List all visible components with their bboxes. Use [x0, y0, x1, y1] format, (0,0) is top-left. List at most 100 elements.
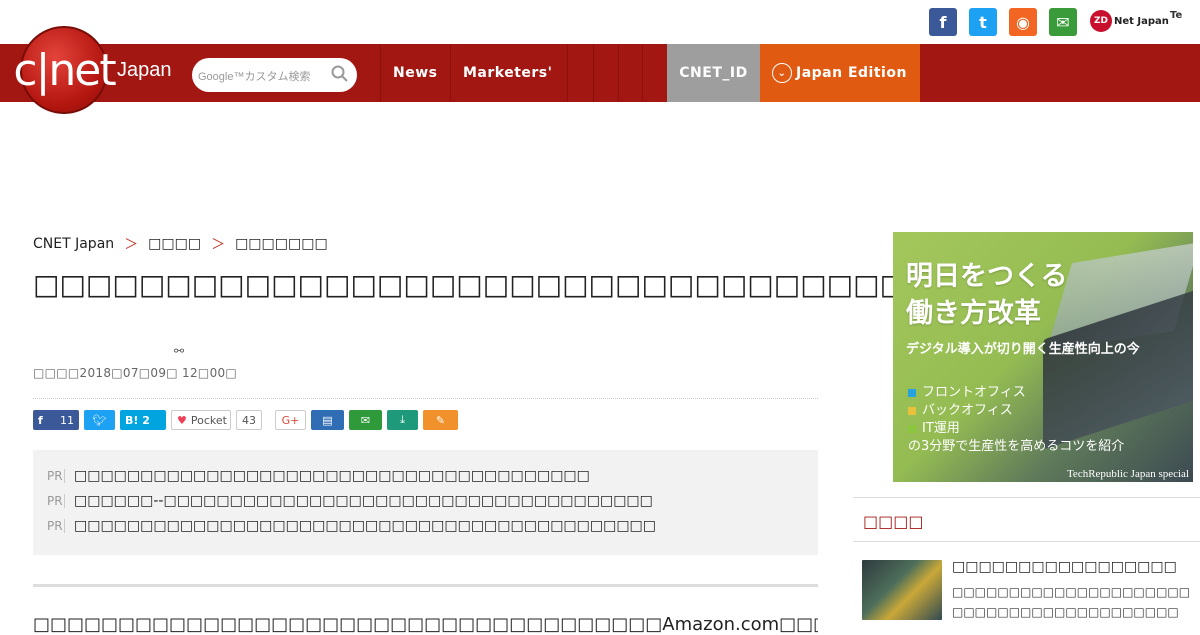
- download-button[interactable]: ⤓: [387, 410, 418, 430]
- cnet-logo[interactable]: c|net: [13, 26, 117, 114]
- twitter-share-button[interactable]: 🐦︎: [84, 410, 115, 430]
- bullet-icon: [908, 425, 916, 433]
- nav-item-empty-1[interactable]: [567, 44, 593, 102]
- print-icon: ▤: [322, 413, 333, 427]
- sidebar-item-title[interactable]: □□□□□□□□□□□□□□□□□: [952, 559, 1177, 575]
- chevron-down-icon: ⌄: [772, 63, 792, 83]
- sidebar-item-desc-line2: □□□□□□□□□□□□□□□□□□□□: [952, 605, 1179, 619]
- article-date: □□□□2018□07□09□ 12□00□: [33, 366, 238, 380]
- pocket-count: 43: [236, 410, 262, 430]
- cnet-id-button[interactable]: CNET_ID: [667, 44, 760, 102]
- pr-tag: PR: [47, 518, 65, 533]
- download-icon: ⤓: [400, 413, 405, 426]
- twitter-glyph: t: [979, 12, 987, 32]
- top-bar: f t ◉ ✉ ZD Net Japan Te: [0, 0, 1200, 44]
- ad-list-item: バックオフィス: [908, 402, 1124, 420]
- edition-selector[interactable]: ⌄ Japan Edition: [760, 44, 920, 102]
- divider: [853, 497, 1200, 498]
- facebook-share-count: 11: [60, 413, 74, 427]
- sidebar-item-desc-line1: □□□□□□□□□□□□□□□□□□□□□: [952, 585, 1191, 599]
- divider: [33, 584, 818, 587]
- zdnet-logo-icon: ZD: [1090, 10, 1112, 32]
- nav-item-empty-2[interactable]: [593, 44, 618, 102]
- sidebar-item-desc: □□□□□□□□□□□□□□□□□□□□□ □□□□□□□□□□□□□□□□□□…: [952, 582, 1192, 622]
- nav-item-news[interactable]: News: [380, 44, 449, 102]
- share-bar: f 11 🐦︎ B! 2 ♥ Pocket 43 G+ ▤ ✉ ⤓ ✎: [33, 410, 458, 430]
- rss-glyph: ◉: [1016, 12, 1030, 32]
- twitter-icon[interactable]: t: [969, 8, 997, 36]
- ad-list-item: フロントオフィス: [908, 384, 1124, 402]
- ad-footer: TechRepublic Japan special: [1066, 468, 1189, 480]
- ad-list-text: バックオフィス: [922, 403, 1013, 418]
- bullet-icon: [908, 407, 916, 415]
- techrepublic-link[interactable]: Te: [1170, 10, 1182, 21]
- pr-link-text[interactable]: □□□□□□--□□□□□□□□□□□□□□□□□□□□□□□□□□□□□□□□…: [74, 493, 653, 509]
- logo-text: c|net: [13, 44, 116, 96]
- divider: [853, 541, 1200, 542]
- pocket-icon: ♥: [177, 413, 187, 427]
- facebook-icon[interactable]: f: [929, 8, 957, 36]
- zdnet-label: Net Japan: [1114, 15, 1169, 27]
- email-share-button[interactable]: ✉: [349, 410, 382, 430]
- mail-icon[interactable]: ✉: [1049, 8, 1077, 36]
- pr-link-text[interactable]: □□□□□□□□□□□□□□□□□□□□□□□□□□□□□□□□□□□□□□□□…: [74, 518, 656, 534]
- author-icon: ⚯: [174, 344, 185, 358]
- article-body: □□□□□□□□□□□□□□□□□□□□□□□□□□□□□□□□□□□□□Ama…: [33, 614, 818, 635]
- clip-button[interactable]: ✎: [423, 410, 458, 430]
- ad-list-text: IT運用: [922, 421, 960, 436]
- ad-note: の3分野で生産性を高めるコツを紹介: [908, 439, 1125, 454]
- pr-link[interactable]: PR □□□□□□□□□□□□□□□□□□□□□□□□□□□□□□□□□□□□□□…: [47, 513, 804, 538]
- breadcrumb: CNET Japan ＞ □□□□ ＞ □□□□□□□: [33, 234, 328, 254]
- google-plus-button[interactable]: G+: [275, 410, 306, 430]
- pr-links-box: PR □□□□□□□□□□□□□□□□□□□□□□□□□□□□□□□□□□□□□□…: [33, 450, 818, 555]
- search-input[interactable]: Google™カスタム検索: [192, 58, 357, 92]
- twitter-icon: 🐦︎: [92, 413, 107, 427]
- pr-link[interactable]: PR □□□□□□□□□□□□□□□□□□□□□□□□□□□□□□□□□□□□□□…: [47, 463, 804, 488]
- breadcrumb-separator: ＞: [211, 237, 226, 253]
- breadcrumb-home[interactable]: CNET Japan: [33, 236, 114, 252]
- techrepublic-label: Te: [1170, 10, 1183, 21]
- mail-icon: ✉: [360, 413, 371, 427]
- ad-headline-line2: 働き方改革: [906, 298, 1041, 329]
- search-placeholder: Google™カスタム検索: [198, 71, 311, 83]
- ad-list-text: フロントオフィス: [922, 385, 1026, 400]
- cnet-id-label: CNET_ID: [679, 65, 748, 81]
- ad-list-item: IT運用: [908, 420, 1124, 438]
- pr-tag: PR: [47, 493, 65, 508]
- zdnet-japan-link[interactable]: ZD Net Japan: [1090, 8, 1169, 34]
- facebook-icon: f: [38, 413, 43, 427]
- advertisement-banner[interactable]: 明日をつくる 働き方改革 デジタル導入が切り開く生産性向上の今 フロントオフィス…: [893, 232, 1193, 482]
- sidebar-item-thumbnail[interactable]: [862, 560, 942, 620]
- mail-glyph: ✉: [1056, 12, 1070, 32]
- divider: [33, 398, 818, 399]
- nav-item-marketers[interactable]: Marketers': [450, 44, 564, 102]
- nav-item-empty-4[interactable]: [642, 44, 667, 102]
- print-button[interactable]: ▤: [311, 410, 344, 430]
- hatena-label: B! 2: [125, 413, 150, 427]
- gplus-label: G+: [281, 413, 300, 427]
- breadcrumb-section[interactable]: □□□□: [148, 236, 201, 252]
- logo-japan-label: Japan: [117, 59, 172, 81]
- ad-subtitle: デジタル導入が切り開く生産性向上の今: [906, 342, 1140, 357]
- pr-tag: PR: [47, 468, 65, 483]
- pocket-button[interactable]: ♥ Pocket: [171, 410, 231, 430]
- hatena-bookmark-button[interactable]: B! 2: [120, 410, 166, 430]
- pr-link-text[interactable]: □□□□□□□□□□□□□□□□□□□□□□□□□□□□□□□□□□□□□□□: [74, 468, 590, 484]
- clip-icon: ✎: [435, 413, 446, 427]
- nav-news-label: News: [393, 65, 438, 81]
- breadcrumb-separator: ＞: [124, 237, 139, 253]
- ad-headline: 明日をつくる 働き方改革: [906, 258, 1067, 332]
- pr-link[interactable]: PR □□□□□□--□□□□□□□□□□□□□□□□□□□□□□□□□□□□□□…: [47, 488, 804, 513]
- breadcrumb-category[interactable]: □□□□□□□: [235, 236, 328, 252]
- search-icon[interactable]: [331, 65, 349, 83]
- facebook-glyph: f: [939, 12, 947, 32]
- ad-headline-line1: 明日をつくる: [906, 261, 1068, 292]
- nav-item-empty-3[interactable]: [618, 44, 643, 102]
- sidebar-section-title: □□□□: [863, 512, 924, 531]
- article-title: □□□□□□□□□□□□□□□□□□□□□□□□□□□□□□□□□□: [33, 268, 933, 301]
- rss-icon[interactable]: ◉: [1009, 8, 1037, 36]
- edition-label: Japan Edition: [796, 65, 907, 81]
- facebook-share-button[interactable]: f 11: [33, 410, 79, 430]
- bullet-icon: [908, 389, 916, 397]
- pocket-label: Pocket: [190, 413, 227, 427]
